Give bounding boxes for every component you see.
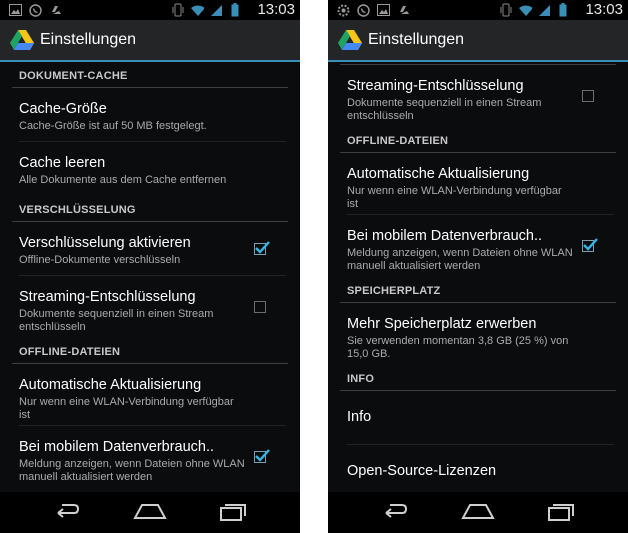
setting-title: Open-Source-Lizenzen — [347, 463, 497, 479]
phone-screen-left: 13:03 Einstellungen DOKUMENT-CACHE Cache-… — [0, 0, 300, 533]
settings-list[interactable]: Streaming-Entschlüsselung Dokumente seque… — [328, 62, 628, 492]
setting-streaming-entschluesselung[interactable]: Streaming-Entschlüsselung Dokumente seque… — [347, 65, 614, 127]
section-header-offline-dateien: OFFLINE-DATEIEN — [340, 127, 616, 153]
setting-summary: Dokumente sequenziell in einen Stream en… — [19, 308, 214, 333]
setting-title: Automatische Aktualisierung — [19, 377, 202, 393]
setting-title: Verschlüsselung aktivieren — [19, 235, 191, 251]
setting-summary: Meldung anzeigen, wenn Dateien ohne WLAN… — [347, 247, 573, 272]
setting-summary: Cache-Größe ist auf 50 MB festgelegt. — [19, 120, 207, 132]
status-bar: 13:03 — [0, 0, 300, 20]
checkmark-icon — [255, 449, 270, 462]
setting-summary: Offline-Dokumente verschlüsseln — [19, 254, 181, 266]
section-header-verschluesselung: VERSCHLÜSSELUNG — [12, 196, 288, 222]
signal-icon — [537, 3, 551, 17]
battery-icon — [556, 3, 570, 17]
drive-logo-icon[interactable] — [338, 29, 362, 51]
setting-title: Streaming-Entschlüsselung — [347, 78, 524, 94]
checkbox[interactable] — [254, 241, 270, 255]
gallery-icon — [376, 3, 390, 17]
page-title: Einstellungen — [368, 31, 465, 48]
setting-summary: Nur wenn eine WLAN-Verbindung verfügbar … — [347, 185, 562, 210]
setting-automatische-aktualisierung[interactable]: Automatische Aktualisierung Nur wenn eine… — [19, 364, 286, 426]
setting-title: Mehr Speicherplatz erwerben — [347, 316, 537, 332]
whatsapp-icon — [356, 3, 370, 17]
home-icon[interactable] — [461, 501, 495, 528]
action-bar: Einstellungen — [0, 20, 300, 62]
checkmark-icon — [255, 241, 270, 254]
setting-bei-mobilem-datenverbrauch[interactable]: Bei mobilem Datenverbrauch.. Meldung anze… — [19, 426, 286, 488]
back-icon[interactable] — [52, 501, 82, 528]
setting-title: Streaming-Entschlüsselung — [19, 289, 196, 305]
status-bar: 13:03 — [328, 0, 628, 20]
page-title: Einstellungen — [40, 31, 137, 48]
checkbox[interactable] — [582, 90, 594, 102]
setting-open-source-lizenzen[interactable]: Open-Source-Lizenzen — [347, 445, 614, 492]
setting-title: Info — [347, 409, 372, 425]
gallery-icon — [8, 3, 22, 17]
checkbox[interactable] — [254, 449, 270, 463]
checkmark-icon — [583, 238, 598, 251]
drive-sync-icon — [396, 3, 410, 17]
setting-summary: Sie verwenden momentan 3,8 GB (25 %) von… — [347, 335, 569, 360]
clock: 13:03 — [257, 1, 295, 18]
drive-logo-icon[interactable] — [10, 29, 34, 51]
phone-screen-right: 13:03 Einstellungen Streaming-Entschlüss… — [328, 0, 628, 533]
navigation-bar — [0, 492, 300, 533]
battery-icon — [228, 3, 242, 17]
whatsapp-icon — [28, 3, 42, 17]
setting-mehr-speicherplatz-erwerben[interactable]: Mehr Speicherplatz erwerben Sie verwenden… — [347, 303, 614, 365]
setting-title: Cache leeren — [19, 155, 106, 171]
section-header-speicherplatz: SPEICHERPLATZ — [340, 277, 616, 303]
wifi-icon — [190, 3, 204, 17]
setting-bei-mobilem-datenverbrauch[interactable]: Bei mobilem Datenverbrauch.. Meldung anze… — [347, 215, 614, 277]
setting-cache-groesse[interactable]: Cache-Größe Cache-Größe ist auf 50 MB fes… — [19, 88, 286, 142]
home-icon[interactable] — [133, 501, 167, 528]
setting-title: Bei mobilem Datenverbrauch.. — [347, 228, 543, 244]
setting-verschluesselung-aktivieren[interactable]: Verschlüsselung aktivieren Offline-Dokume… — [19, 222, 286, 276]
recent-apps-icon[interactable] — [546, 501, 576, 528]
vibrate-icon — [499, 3, 513, 17]
setting-title: Cache-Größe — [19, 101, 107, 117]
section-header-info: INFO — [340, 365, 616, 391]
checkbox[interactable] — [254, 301, 266, 313]
back-icon[interactable] — [380, 501, 410, 528]
setting-streaming-entschluesselung[interactable]: Streaming-Entschlüsselung Dokumente seque… — [19, 276, 286, 338]
navigation-bar — [328, 492, 628, 533]
recent-apps-icon[interactable] — [218, 501, 248, 528]
signal-icon — [209, 3, 223, 17]
setting-summary: Alle Dokumente aus dem Cache entfernen — [19, 174, 227, 186]
setting-title: Automatische Aktualisierung — [347, 166, 530, 182]
setting-summary: Dokumente sequenziell in einen Stream en… — [347, 97, 542, 122]
settings-list[interactable]: DOKUMENT-CACHE Cache-Größe Cache-Größe ist… — [0, 62, 300, 492]
drive-sync-icon — [48, 3, 62, 17]
setting-summary: Meldung anzeigen, wenn Dateien ohne WLAN… — [19, 458, 245, 483]
setting-title: Bei mobilem Datenverbrauch.. — [19, 439, 215, 455]
section-header-offline-dateien: OFFLINE-DATEIEN — [12, 338, 288, 364]
setting-summary: Nur wenn eine WLAN-Verbindung verfügbar … — [19, 396, 234, 421]
clock: 13:03 — [585, 1, 623, 18]
action-bar: Einstellungen — [328, 20, 628, 62]
section-header-dokument-cache: DOKUMENT-CACHE — [12, 62, 288, 88]
settings-icon — [336, 3, 350, 17]
wifi-icon — [518, 3, 532, 17]
vibrate-icon — [171, 3, 185, 17]
setting-info[interactable]: Info — [347, 391, 614, 445]
setting-automatische-aktualisierung[interactable]: Automatische Aktualisierung Nur wenn eine… — [347, 153, 614, 215]
setting-cache-leeren[interactable]: Cache leeren Alle Dokumente aus dem Cache… — [19, 142, 286, 196]
checkbox[interactable] — [582, 238, 598, 252]
